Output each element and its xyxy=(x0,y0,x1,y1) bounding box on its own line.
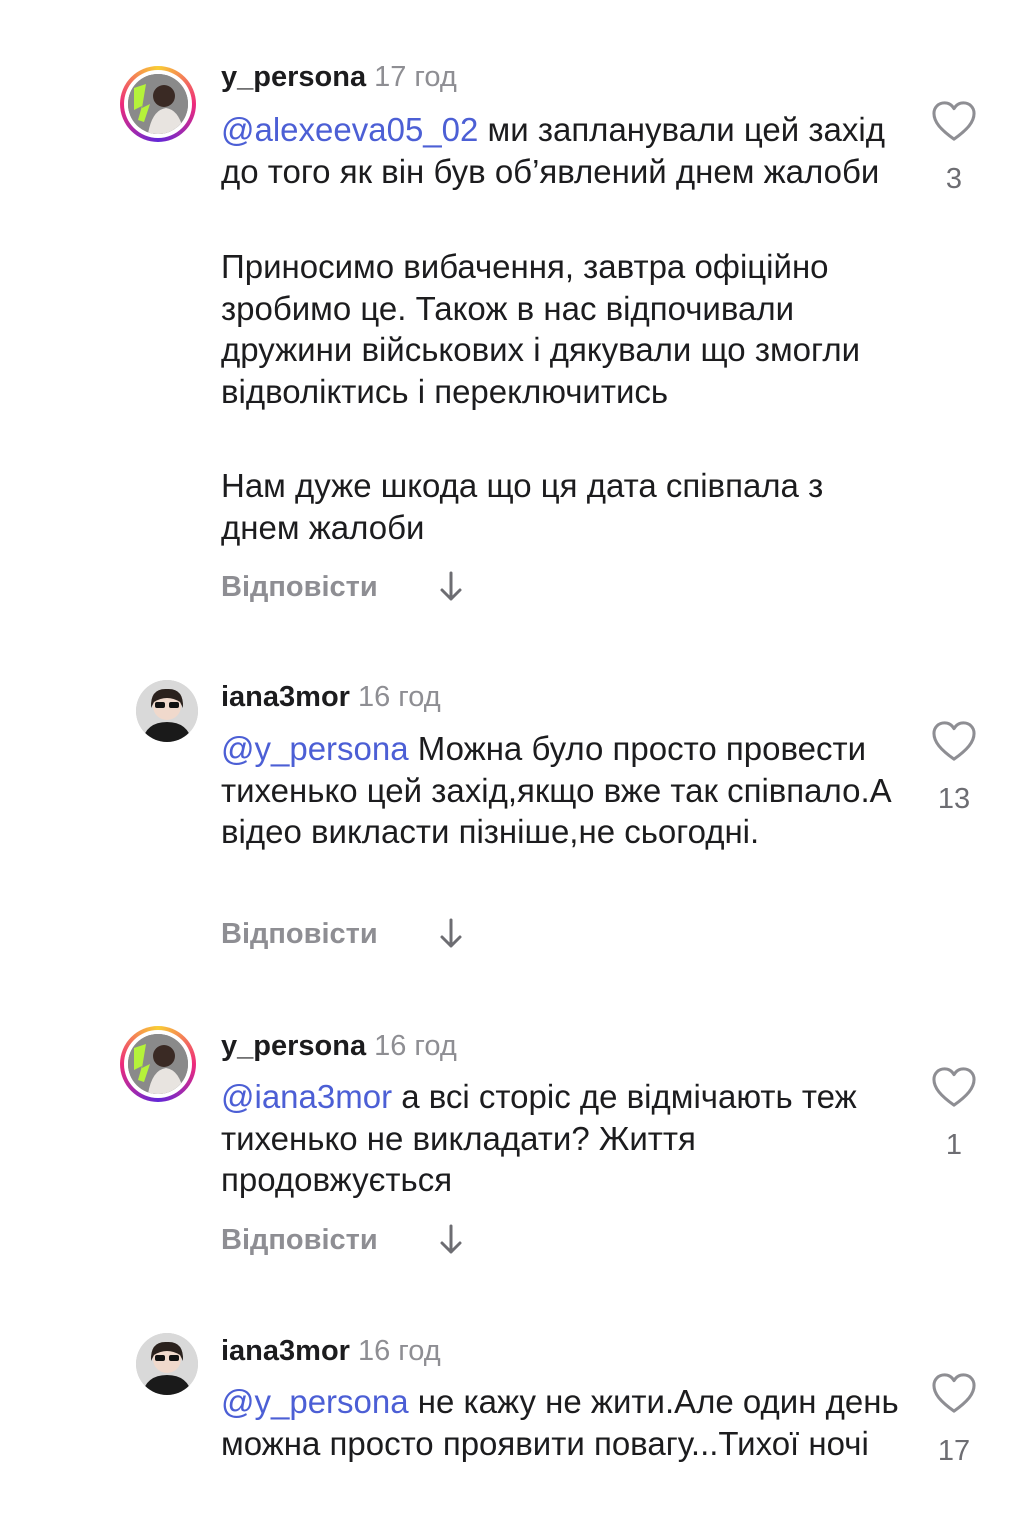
mention-link[interactable]: @iana3mor xyxy=(221,1078,392,1115)
avatar[interactable] xyxy=(120,66,196,142)
comment-item: iana3mor 16 год @y_persona не кажу не жит… xyxy=(0,1300,1027,1536)
like-area: 1 xyxy=(928,1066,980,1162)
arrow-down-icon[interactable] xyxy=(439,1223,463,1257)
comment-meta: y_persona 17 год xyxy=(221,60,457,94)
comment-text: @alexeeva05_02 ми запланували цей захід … xyxy=(221,109,901,192)
reply-row: Відповісти xyxy=(221,570,462,604)
avatar[interactable] xyxy=(120,1026,196,1102)
reply-button[interactable]: Відповісти xyxy=(221,571,378,603)
comment-meta: y_persona 16 год xyxy=(221,1029,457,1063)
comment-item: iana3mor 16 год @y_persona Можна було про… xyxy=(0,640,1027,1000)
like-area: 17 xyxy=(928,1372,980,1468)
arrow-down-icon[interactable] xyxy=(439,917,463,951)
timestamp: 17 год xyxy=(374,61,457,93)
username[interactable]: iana3mor xyxy=(221,681,350,713)
reply-row: Відповісти xyxy=(221,1223,462,1257)
reply-row: Відповісти xyxy=(221,917,462,951)
avatar[interactable] xyxy=(136,680,198,742)
like-count: 17 xyxy=(937,1435,971,1467)
like-count: 13 xyxy=(937,783,971,815)
mention-link[interactable]: @alexeeva05_02 xyxy=(221,111,478,148)
comment-meta: iana3mor 16 год xyxy=(221,1334,441,1368)
comment-item: y_persona 16 год @iana3mor а всі сторіс д… xyxy=(0,1000,1027,1320)
comment-text: @y_persona не кажу не жити.Але один день… xyxy=(221,1381,901,1464)
like-count: 3 xyxy=(945,163,963,195)
mention-link[interactable]: @y_persona xyxy=(221,1383,409,1420)
like-count: 1 xyxy=(945,1129,963,1161)
heart-outline-icon[interactable] xyxy=(931,1066,977,1108)
timestamp: 16 год xyxy=(357,681,441,713)
heart-outline-icon[interactable] xyxy=(931,100,977,142)
timestamp: 16 год xyxy=(357,1335,441,1367)
timestamp: 16 год xyxy=(374,1030,457,1062)
comment-item: y_persona 17 год @alexeeva05_02 ми заплан… xyxy=(0,0,1027,640)
comment-paragraph: Приносимо вибачення, завтра офіційно зро… xyxy=(221,248,861,410)
avatar-image xyxy=(128,74,188,134)
reply-button[interactable]: Відповісти xyxy=(221,918,378,950)
username[interactable]: y_persona xyxy=(221,61,366,93)
avatar[interactable] xyxy=(136,1333,198,1395)
comment-text: @y_persona Можна було просто провести ти… xyxy=(221,728,901,853)
like-area: 3 xyxy=(928,100,980,196)
comment-text: @iana3mor а всі сторіс де відмічають теж… xyxy=(221,1076,901,1201)
heart-outline-icon[interactable] xyxy=(931,1372,977,1414)
username[interactable]: iana3mor xyxy=(221,1335,350,1367)
mention-link[interactable]: @y_persona xyxy=(221,730,409,767)
heart-outline-icon[interactable] xyxy=(931,720,977,762)
comment-meta: iana3mor 16 год xyxy=(221,680,441,714)
comment-paragraph: Нам дуже шкода що ця дата співпала з дне… xyxy=(221,467,824,546)
reply-button[interactable]: Відповісти xyxy=(221,1224,378,1256)
like-area: 13 xyxy=(928,720,980,816)
avatar-image xyxy=(128,1034,188,1094)
username[interactable]: y_persona xyxy=(221,1030,366,1062)
arrow-down-icon[interactable] xyxy=(439,570,463,604)
